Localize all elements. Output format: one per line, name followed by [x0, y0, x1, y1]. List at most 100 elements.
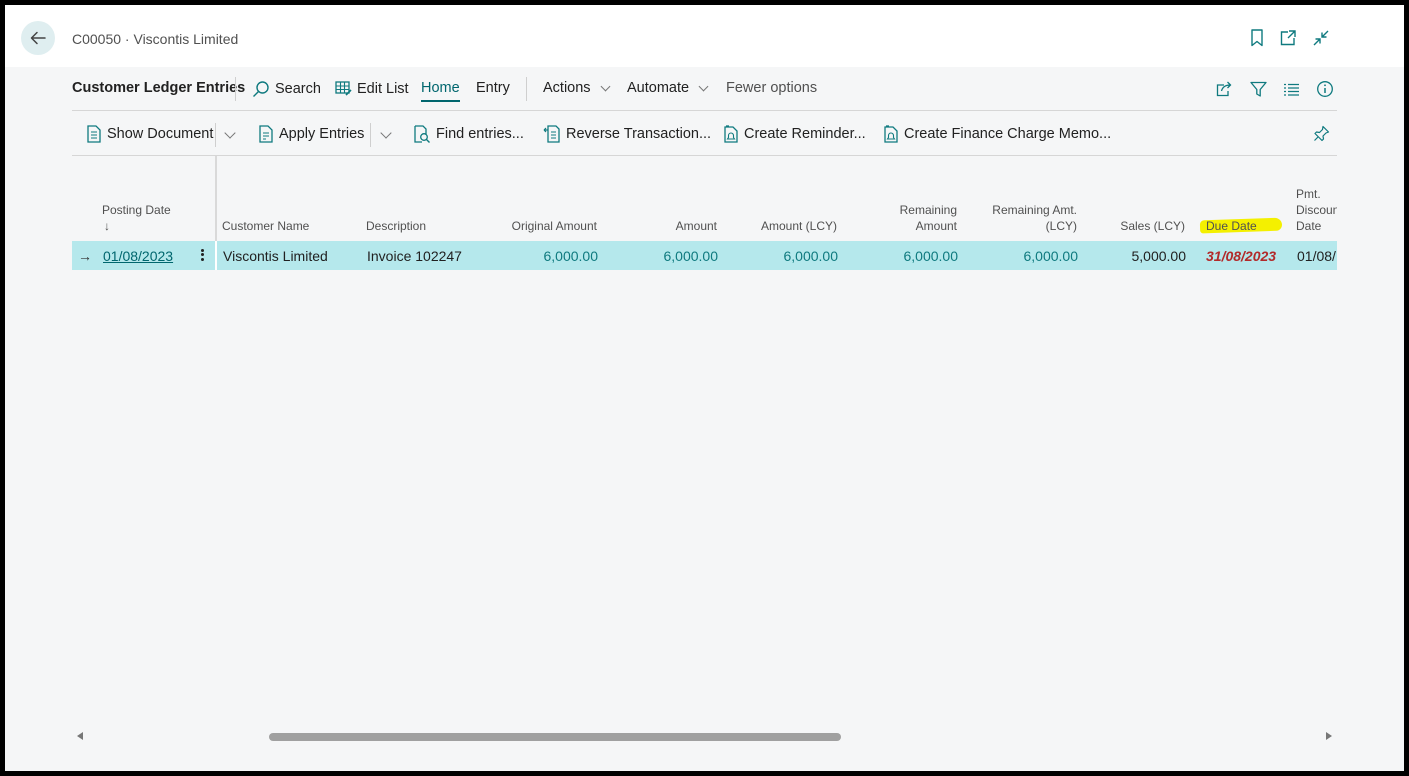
- actions-menu[interactable]: Actions: [543, 80, 611, 96]
- column-header-original-amount[interactable]: Original Amount: [492, 218, 597, 234]
- original-amount-cell[interactable]: 6,000.00: [492, 248, 599, 264]
- pmt-discount-date-cell: 01/08/: [1297, 248, 1336, 264]
- find-entries-button[interactable]: Find entries...: [413, 125, 524, 143]
- list-icon: [1283, 83, 1299, 96]
- search-label: Search: [275, 81, 321, 97]
- promoted-actions-bar: Show Document Apply Entries Find entries…: [72, 111, 1337, 156]
- create-finance-charge-memo-label: Create Finance Charge Memo...: [904, 126, 1112, 142]
- column-header-pmt-discount-date[interactable]: Pmt. Discoun Date: [1296, 186, 1337, 234]
- finance-charge-memo-icon: [884, 125, 898, 143]
- show-document-dropdown[interactable]: [220, 126, 240, 146]
- page-title: Customer Ledger Entries: [72, 80, 246, 96]
- remaining-amt-lcy-cell[interactable]: 6,000.00: [972, 248, 1079, 264]
- posting-date-link[interactable]: 01/08/2023: [103, 248, 173, 264]
- show-document-button[interactable]: Show Document: [86, 125, 213, 143]
- tab-home[interactable]: Home: [421, 80, 460, 102]
- collapse-button[interactable]: [1311, 28, 1331, 48]
- edit-list-label: Edit List: [357, 80, 409, 97]
- row-actions-icon[interactable]: [197, 245, 207, 265]
- back-button[interactable]: [21, 21, 55, 55]
- column-header-label: Remaining Amt.: [992, 203, 1077, 217]
- sort-descending-icon: ↓: [104, 219, 110, 233]
- chevron-down-icon: [600, 81, 611, 91]
- scrollbar-thumb[interactable]: [269, 733, 841, 741]
- amount-cell[interactable]: 6,000.00: [612, 248, 719, 264]
- search-button[interactable]: Search: [252, 80, 321, 98]
- column-header-amount[interactable]: Amount: [632, 218, 717, 234]
- filter-button[interactable]: [1248, 79, 1268, 99]
- column-header-due-date[interactable]: Due Date: [1206, 218, 1257, 234]
- apply-entries-icon: [259, 125, 273, 143]
- create-reminder-label: Create Reminder...: [744, 126, 866, 142]
- column-header-remaining-amount[interactable]: Remaining Amount: [872, 202, 957, 234]
- column-header-label: (LCY): [1045, 219, 1077, 233]
- column-header-label: Discoun: [1296, 203, 1337, 217]
- collapse-icon: [1313, 30, 1329, 46]
- scroll-right-icon[interactable]: [1326, 732, 1332, 740]
- divider: [526, 77, 527, 101]
- page-frame: C00050 · Viscontis Limited Customer Ledg…: [5, 5, 1404, 771]
- chevron-down-icon: [698, 81, 709, 91]
- open-new-window-icon: [1280, 30, 1296, 46]
- info-button[interactable]: [1315, 79, 1335, 99]
- column-header-posting-date[interactable]: Posting Date ↓: [102, 202, 171, 234]
- edit-list-button[interactable]: Edit List: [335, 80, 409, 97]
- column-header-label: Posting Date: [102, 203, 171, 217]
- actions-label: Actions: [543, 80, 591, 96]
- create-reminder-icon: [724, 125, 738, 143]
- automate-label: Automate: [627, 80, 690, 96]
- find-entries-icon: [414, 125, 430, 143]
- document-icon: [87, 125, 101, 143]
- customer-name-cell: Viscontis Limited: [223, 248, 328, 264]
- column-header-label: Pmt.: [1296, 187, 1321, 201]
- share-button[interactable]: [1214, 79, 1234, 99]
- filter-icon: [1249, 81, 1267, 97]
- column-header-label: Date: [1296, 219, 1322, 233]
- bookmark-button[interactable]: [1247, 28, 1267, 48]
- action-bar: Customer Ledger Entries Search Edit List…: [72, 67, 1337, 111]
- column-header-description[interactable]: Description: [366, 218, 426, 234]
- column-header-remaining-amt-lcy[interactable]: Remaining Amt. (LCY): [977, 202, 1077, 234]
- apply-entries-label: Apply Entries: [279, 126, 365, 142]
- title-bar: C00050 · Viscontis Limited: [5, 5, 1404, 67]
- tab-entry[interactable]: Entry: [476, 80, 510, 96]
- ledger-entries-grid: Posting Date ↓ Customer Name Description…: [72, 156, 1337, 716]
- breadcrumb: C00050 · Viscontis Limited: [72, 31, 239, 47]
- share-icon: [1216, 81, 1232, 97]
- amount-lcy-cell[interactable]: 6,000.00: [732, 248, 839, 264]
- show-document-label: Show Document: [107, 126, 214, 142]
- automate-menu[interactable]: Automate: [627, 80, 709, 96]
- list-view-button[interactable]: [1281, 79, 1301, 99]
- create-reminder-button[interactable]: Create Reminder...: [723, 125, 866, 143]
- divider: [215, 123, 216, 147]
- scroll-left-icon[interactable]: [77, 732, 83, 740]
- frozen-column-divider: [215, 241, 217, 270]
- column-header-customer-name[interactable]: Customer Name: [222, 218, 309, 234]
- remaining-amount-cell[interactable]: 6,000.00: [852, 248, 959, 264]
- reverse-transaction-icon: [543, 125, 560, 143]
- column-header-label: Amount: [915, 219, 957, 233]
- back-arrow-icon: [30, 31, 46, 45]
- column-header-sales-lcy[interactable]: Sales (LCY): [1102, 218, 1185, 234]
- create-finance-charge-memo-button[interactable]: Create Finance Charge Memo...: [883, 125, 1111, 143]
- sales-lcy-cell: 5,000.00: [1131, 248, 1187, 264]
- apply-entries-dropdown[interactable]: [376, 126, 396, 146]
- reverse-transaction-button[interactable]: Reverse Transaction...: [543, 125, 711, 143]
- find-entries-label: Find entries...: [436, 126, 524, 142]
- edit-list-icon: [335, 81, 352, 96]
- column-header-amount-lcy[interactable]: Amount (LCY): [737, 218, 837, 234]
- due-date-cell: 31/08/2023: [1206, 248, 1277, 264]
- pin-button[interactable]: [1313, 125, 1330, 142]
- reverse-transaction-label: Reverse Transaction...: [566, 126, 712, 142]
- divider: [235, 77, 236, 101]
- open-new-window-button[interactable]: [1278, 28, 1298, 48]
- bookmark-icon: [1251, 29, 1263, 47]
- fewer-options-button[interactable]: Fewer options: [726, 80, 817, 96]
- search-icon: [253, 81, 269, 97]
- pin-icon: [1314, 125, 1330, 142]
- info-icon: [1317, 81, 1333, 97]
- divider: [370, 123, 371, 147]
- table-row[interactable]: → 01/08/2023 Viscontis Limited Invoice 1…: [72, 241, 1337, 270]
- horizontal-scrollbar[interactable]: [72, 729, 1337, 745]
- apply-entries-button[interactable]: Apply Entries: [258, 125, 364, 143]
